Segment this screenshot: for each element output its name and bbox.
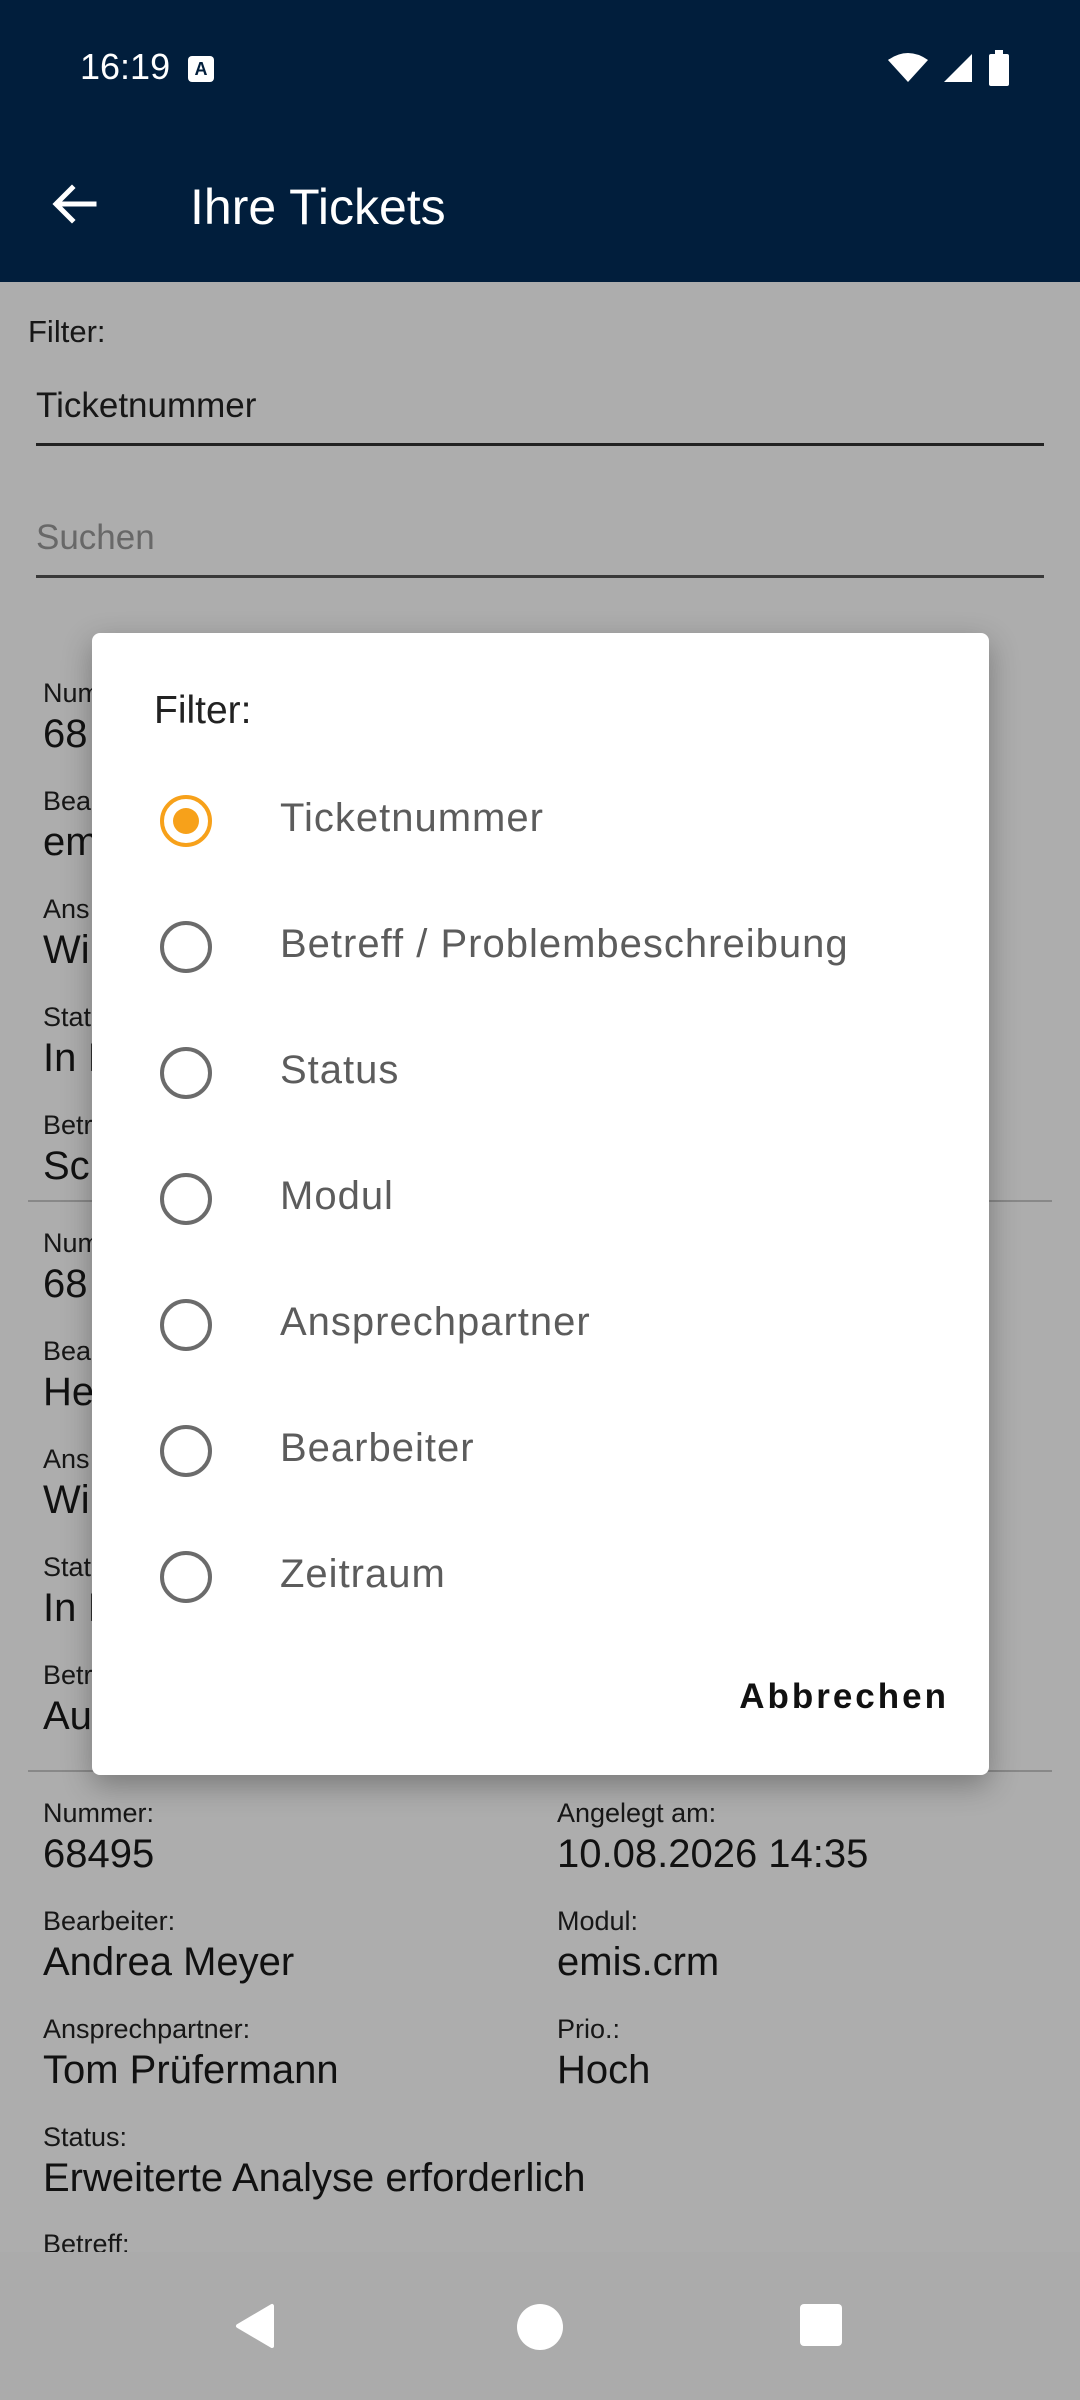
nav-back-icon[interactable] xyxy=(232,2302,280,2350)
cancel-button[interactable]: Abbrechen xyxy=(739,1659,949,1735)
radio-unchecked-icon[interactable] xyxy=(160,1551,212,1603)
radio-unchecked-icon[interactable] xyxy=(160,1173,212,1225)
filter-option-ticketnummer[interactable]: Ticketnummer xyxy=(92,766,989,876)
option-label: Status xyxy=(280,1048,400,1092)
status-time: 16:19 xyxy=(80,46,171,87)
status-icons xyxy=(888,50,1010,86)
battery-icon xyxy=(989,50,1009,86)
radio-unchecked-icon[interactable] xyxy=(160,1299,212,1351)
cellular-signal-icon xyxy=(944,54,972,82)
option-label: Betreff / Problembeschreibung xyxy=(280,922,849,966)
wifi-icon xyxy=(888,53,928,82)
filter-option-modul[interactable]: Modul xyxy=(92,1144,989,1254)
filter-option-bearbeiter[interactable]: Bearbeiter xyxy=(92,1396,989,1506)
accessibility-notification-icon: A xyxy=(188,56,214,82)
option-label: Bearbeiter xyxy=(280,1426,475,1470)
app-bar: Ihre Tickets xyxy=(0,134,1080,282)
back-arrow-icon[interactable] xyxy=(44,174,104,234)
filter-option-betreff[interactable]: Betreff / Problembeschreibung xyxy=(92,892,989,1002)
option-label: Ticketnummer xyxy=(280,796,544,840)
system-navigation-bar xyxy=(0,2252,1080,2400)
filter-option-ansprechpartner[interactable]: Ansprechpartner xyxy=(92,1270,989,1380)
status-bar: 16:19 A xyxy=(0,0,1080,134)
radio-unchecked-icon[interactable] xyxy=(160,1425,212,1477)
option-label: Modul xyxy=(280,1174,394,1218)
radio-checked-icon[interactable] xyxy=(160,795,212,847)
option-label: Zeitraum xyxy=(280,1552,446,1596)
nav-recents-icon[interactable] xyxy=(800,2304,842,2346)
page-title: Ihre Tickets xyxy=(190,179,446,235)
radio-unchecked-icon[interactable] xyxy=(160,1047,212,1099)
filter-option-zeitraum[interactable]: Zeitraum xyxy=(92,1522,989,1632)
filter-options-list: Ticketnummer Betreff / Problembeschreibu… xyxy=(92,633,989,1775)
option-label: Ansprechpartner xyxy=(280,1300,591,1344)
radio-unchecked-icon[interactable] xyxy=(160,921,212,973)
nav-home-icon[interactable] xyxy=(517,2304,563,2350)
filter-option-status[interactable]: Status xyxy=(92,1018,989,1128)
